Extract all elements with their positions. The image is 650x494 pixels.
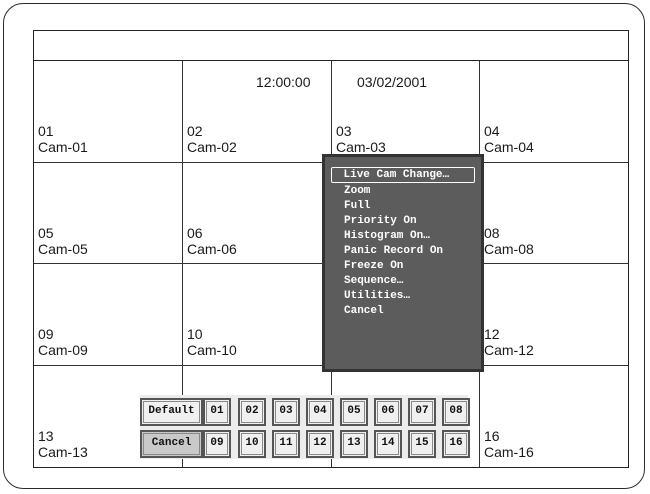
camera-name: Cam-13 [38, 444, 88, 460]
camera-name: Cam-03 [336, 139, 386, 155]
camera-number: 02 [187, 123, 203, 139]
camera-number: 08 [484, 225, 500, 241]
camera-select-button[interactable]: 09 [203, 430, 231, 458]
camera-select-button[interactable]: 16 [442, 430, 470, 458]
camera-name: Cam-09 [38, 342, 88, 358]
context-menu: Live Cam Change… Zoom Full Priority On Histo… [322, 154, 484, 372]
camera-select-button[interactable]: 14 [374, 430, 402, 458]
camera-name: Cam-04 [484, 139, 534, 155]
camera-number: 06 [187, 225, 203, 241]
camera-select-button[interactable]: 12 [306, 430, 334, 458]
camera-cell[interactable]: 12 Cam-12 [480, 264, 628, 366]
camera-cell[interactable]: 16 Cam-16 [480, 366, 628, 467]
camera-select-button[interactable]: 03 [272, 398, 300, 426]
camera-number: 04 [484, 123, 500, 139]
camera-select-button[interactable]: 01 [203, 398, 231, 426]
camera-cell[interactable]: 04 Cam-04 [480, 61, 628, 163]
camera-select-button[interactable]: 02 [238, 398, 266, 426]
camera-number: 09 [38, 326, 54, 342]
default-button[interactable]: Default [140, 398, 203, 426]
camera-select-button[interactable]: 11 [272, 430, 300, 458]
menu-item[interactable]: Sequence… [331, 274, 475, 289]
menu-item[interactable]: Cancel [331, 304, 475, 319]
menu-item[interactable]: Histogram On… [331, 229, 475, 244]
camera-cell[interactable]: 01 Cam-01 [34, 61, 183, 163]
menu-item[interactable]: Freeze On [331, 259, 475, 274]
menu-item[interactable]: Live Cam Change… [331, 167, 475, 183]
camera-select-button[interactable]: 06 [374, 398, 402, 426]
camera-cell[interactable]: 08 Cam-08 [480, 163, 628, 264]
camera-name: Cam-16 [484, 444, 534, 460]
menu-item[interactable]: Full [331, 199, 475, 214]
context-menu-list: Live Cam Change… Zoom Full Priority On Histo… [331, 167, 475, 319]
camera-cell[interactable]: 06 Cam-06 [183, 163, 332, 264]
menu-item[interactable]: Zoom [331, 184, 475, 199]
camera-select-button[interactable]: 07 [408, 398, 436, 426]
clock-time: 12:00:00 [256, 74, 311, 90]
camera-number: 13 [38, 428, 54, 444]
camera-name: Cam-10 [187, 342, 237, 358]
camera-name: Cam-05 [38, 241, 88, 257]
menu-item[interactable]: Panic Record On [331, 244, 475, 259]
menu-item[interactable]: Priority On [331, 214, 475, 229]
camera-name: Cam-08 [484, 241, 534, 257]
cancel-button[interactable]: Cancel [140, 430, 203, 458]
menu-item[interactable]: Utilities… [331, 289, 475, 304]
title-bar [34, 31, 628, 61]
camera-selector-panel: Default Cancel 01 02 03 04 05 06 07 08 09 10 11 12 1… [140, 395, 470, 459]
camera-cell[interactable]: 05 Cam-05 [34, 163, 183, 264]
clock-date: 03/02/2001 [357, 74, 428, 90]
camera-select-button[interactable]: 10 [238, 430, 266, 458]
camera-number: 03 [336, 123, 352, 139]
camera-cell[interactable]: 09 Cam-09 [34, 264, 183, 366]
camera-select-button[interactable]: 15 [408, 430, 436, 458]
camera-number: 10 [187, 326, 203, 342]
camera-name: Cam-01 [38, 139, 88, 155]
camera-select-button[interactable]: 08 [442, 398, 470, 426]
camera-select-button[interactable]: 04 [306, 398, 334, 426]
camera-number: 05 [38, 225, 54, 241]
camera-name: Cam-12 [484, 342, 534, 358]
camera-select-button[interactable]: 05 [340, 398, 368, 426]
camera-number: 01 [38, 123, 54, 139]
camera-number: 12 [484, 326, 500, 342]
camera-number: 16 [484, 428, 500, 444]
camera-name: Cam-02 [187, 139, 237, 155]
camera-select-button[interactable]: 13 [340, 430, 368, 458]
camera-cell[interactable]: 10 Cam-10 [183, 264, 332, 366]
camera-name: Cam-06 [187, 241, 237, 257]
